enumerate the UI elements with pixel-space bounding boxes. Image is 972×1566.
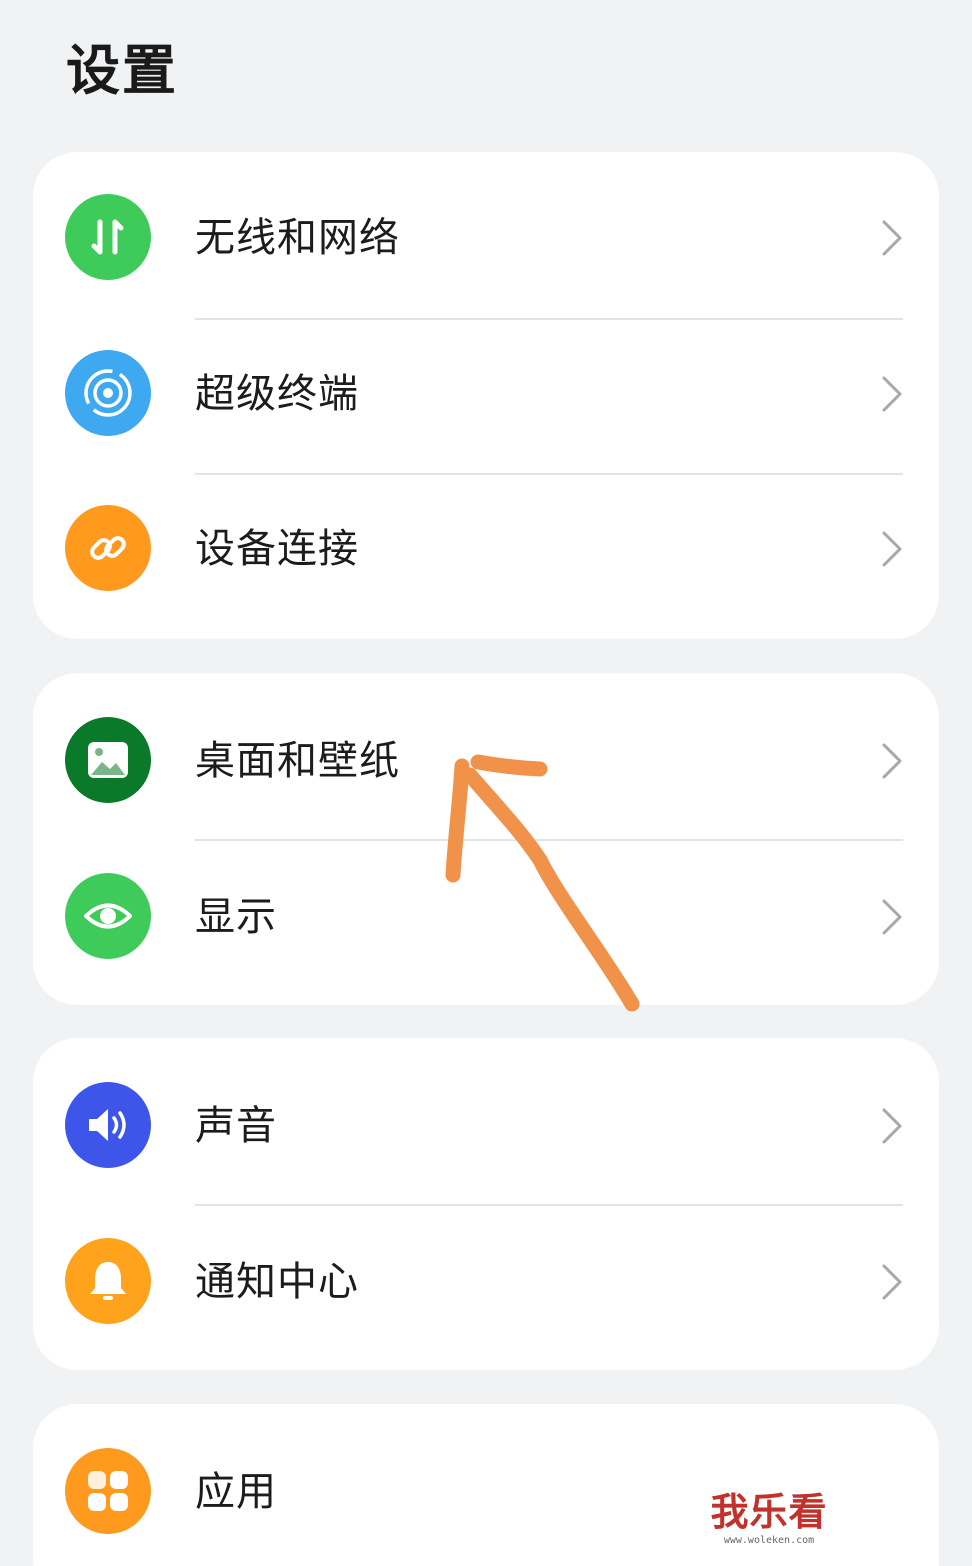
settings-item-label: 超级终端 — [195, 371, 359, 417]
settings-item-label: 通知中心 — [195, 1259, 359, 1305]
wireless-network-icon — [65, 194, 151, 280]
settings-item-notification-center[interactable]: 通知中心 — [33, 1204, 939, 1359]
speaker-icon — [65, 1082, 151, 1168]
settings-item-label: 声音 — [195, 1103, 277, 1149]
chevron-right-icon — [882, 220, 902, 256]
link-icon — [65, 505, 151, 591]
settings-item-label: 设备连接 — [195, 526, 359, 572]
settings-item-super-device[interactable]: 超级终端 — [33, 316, 939, 471]
apps-icon — [65, 1448, 151, 1534]
chevron-right-icon — [882, 376, 902, 412]
settings-item-home-wallpaper[interactable]: 桌面和壁纸 — [33, 683, 939, 838]
chevron-right-icon — [882, 743, 902, 779]
eye-icon — [65, 873, 151, 959]
super-device-icon — [65, 350, 151, 436]
settings-item-label: 桌面和壁纸 — [195, 738, 400, 784]
settings-item-display[interactable]: 显示 — [33, 839, 939, 994]
settings-item-label: 无线和网络 — [195, 215, 400, 261]
settings-page: 设置 无线和网络 超级终端 设备连接 桌面和壁纸 显示 声音 通知中心 应用 我… — [0, 0, 972, 1566]
watermark-brand: 我乐看 — [710, 1490, 828, 1534]
settings-item-sound[interactable]: 声音 — [33, 1048, 939, 1203]
settings-group-display: 桌面和壁纸 显示 — [33, 673, 939, 1005]
settings-group-connectivity: 无线和网络 超级终端 设备连接 — [33, 152, 939, 639]
settings-item-label: 应用 — [195, 1469, 277, 1515]
watermark-url: www.woleken.com — [723, 1535, 815, 1546]
wallpaper-icon — [65, 717, 151, 803]
chevron-right-icon — [882, 1264, 902, 1300]
settings-group-sound-notify: 声音 通知中心 — [33, 1038, 939, 1370]
chevron-right-icon — [882, 1108, 902, 1144]
page-title: 设置 — [66, 39, 178, 102]
chevron-right-icon — [882, 531, 902, 567]
bell-icon — [65, 1238, 151, 1324]
settings-item-wireless-network[interactable]: 无线和网络 — [33, 160, 939, 315]
settings-item-device-connection[interactable]: 设备连接 — [33, 471, 939, 626]
watermark-logo: 我乐看 www.woleken.com — [702, 1490, 836, 1548]
chevron-right-icon — [882, 899, 902, 935]
settings-item-label: 显示 — [195, 894, 277, 940]
